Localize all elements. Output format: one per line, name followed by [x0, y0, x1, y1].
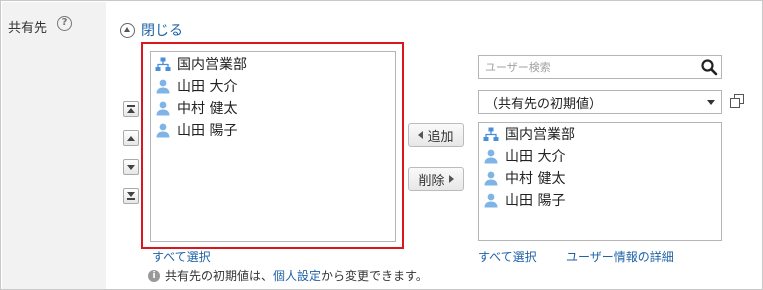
user-icon	[155, 79, 177, 94]
close-toggle[interactable]: 閉じる	[120, 20, 183, 40]
list-item[interactable]: 山田 陽子	[151, 119, 395, 141]
field-label: 共有先	[8, 21, 48, 36]
selected-share-list[interactable]: 国内営業部山田 大介中村 健太山田 陽子	[150, 51, 396, 242]
user-icon	[155, 123, 177, 138]
move-top-button[interactable]	[123, 101, 139, 117]
remove-button-label: 削除	[418, 173, 445, 189]
remove-button[interactable]: 削除	[408, 167, 464, 191]
bar-glyph	[127, 105, 135, 107]
info-icon: i	[148, 269, 160, 282]
note-prefix: 共有先の初期値は、	[165, 269, 274, 283]
list-item-label: 中村 健太	[177, 101, 238, 117]
list-item-label: 国内営業部	[505, 127, 575, 143]
list-item-label: 中村 健太	[505, 171, 566, 187]
org-icon	[483, 127, 505, 142]
user-icon	[483, 149, 505, 164]
up-arrow-icon	[127, 107, 135, 113]
list-item[interactable]: 山田 陽子	[479, 189, 721, 211]
list-item-label: 山田 陽子	[177, 123, 238, 139]
left-select-all-link[interactable]: すべて選択	[152, 248, 211, 265]
down-arrow-icon	[127, 164, 135, 170]
note-suffix: から変更できます。	[321, 269, 428, 283]
list-item-label: 山田 陽子	[505, 193, 566, 209]
move-bottom-button[interactable]	[123, 188, 139, 204]
help-icon[interactable]: ?	[57, 16, 72, 31]
add-button-label: 追加	[427, 129, 454, 145]
org-icon	[155, 57, 177, 72]
move-down-button[interactable]	[123, 159, 139, 175]
list-item[interactable]: 中村 健太	[479, 167, 721, 189]
close-toggle-label: 閉じる	[141, 23, 183, 39]
bar-glyph	[127, 198, 135, 200]
down-arrow-icon	[127, 192, 135, 198]
personal-settings-link[interactable]: 個人設定	[273, 267, 321, 284]
default-share-note: i 共有先の初期値は、 個人設定 から変更できます。	[148, 267, 428, 284]
list-item[interactable]: 山田 大介	[151, 75, 395, 97]
list-item-label: 山田 大介	[177, 79, 238, 95]
label-column: 共有先 ?	[2, 2, 106, 289]
user-icon	[155, 101, 177, 116]
collapse-arrow-icon	[120, 22, 135, 38]
chevron-down-icon	[707, 100, 715, 105]
user-icon	[483, 193, 505, 208]
list-item-label: 国内営業部	[177, 57, 247, 73]
share-panel: 共有先 ? 閉じる 国内営業部 山田 大介 中村 健太 山田 陽子 すべて選択 追加 …	[0, 0, 763, 290]
user-icon	[483, 171, 505, 186]
group-select-value: （共有先の初期値）	[485, 96, 603, 112]
user-search-box	[478, 55, 722, 79]
right-arrow-icon	[448, 175, 454, 183]
list-item[interactable]: 中村 健太	[151, 97, 395, 119]
up-arrow-icon	[127, 135, 135, 141]
add-button[interactable]: 追加	[408, 123, 464, 147]
list-item[interactable]: 国内営業部	[479, 123, 721, 145]
candidate-list[interactable]: 国内営業部山田 大介中村 健太山田 陽子	[478, 122, 722, 241]
group-select[interactable]: （共有先の初期値）	[478, 90, 722, 114]
list-item[interactable]: 国内営業部	[151, 53, 395, 75]
move-up-button[interactable]	[123, 130, 139, 146]
user-detail-link[interactable]: ユーザー情報の詳細	[566, 248, 674, 265]
user-search-input[interactable]	[479, 56, 694, 78]
search-icon[interactable]	[700, 58, 718, 76]
open-popup-icon[interactable]	[730, 94, 744, 108]
list-item-label: 山田 大介	[505, 149, 566, 165]
right-select-all-link[interactable]: すべて選択	[478, 248, 537, 265]
list-item[interactable]: 山田 大介	[479, 145, 721, 167]
left-arrow-icon	[418, 131, 424, 139]
